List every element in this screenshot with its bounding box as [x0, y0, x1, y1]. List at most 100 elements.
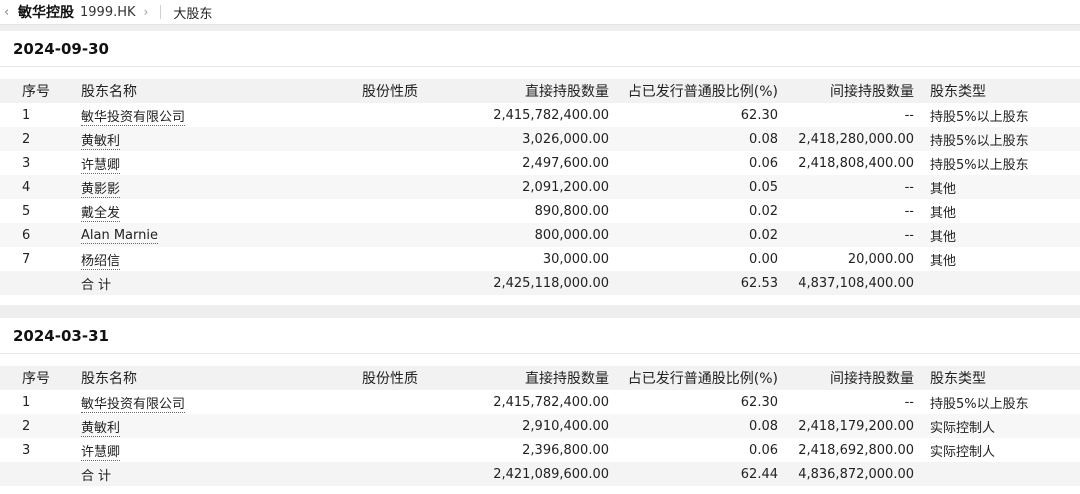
cell-type: 其他	[930, 205, 957, 221]
cell-direct: 890,800.00	[534, 203, 609, 219]
cell-direct: 2,091,200.00	[522, 179, 609, 195]
cell-type: 持股5%以上股东	[930, 109, 1029, 125]
table-row: 1 敏华投资有限公司 2,415,782,400.00 62.30 -- 持股5%以上股东	[0, 103, 1080, 127]
column-header-index[interactable]: 序号	[0, 79, 81, 103]
cell-total-ratio: 62.53	[740, 275, 778, 291]
chevron-left-icon[interactable]: ‹	[4, 5, 16, 20]
cell-name: 黄敏利	[81, 414, 362, 438]
cell-nature	[362, 390, 482, 414]
cell-indirect: 2,418,280,000.00	[798, 131, 914, 147]
holder-name-link[interactable]: 黄敏利	[81, 133, 121, 150]
cell-name: 杨绍信	[81, 247, 362, 271]
column-header-direct[interactable]: 直接持股数量	[482, 79, 609, 103]
breadcrumb-bar: ‹ 敏华控股 1999.HK › 大股东	[0, 0, 1080, 25]
cell-ratio: 0.08	[749, 418, 778, 434]
cell-nature	[362, 223, 482, 247]
cell-direct: 2,910,400.00	[522, 418, 609, 434]
cell-indirect: 2,418,808,400.00	[798, 155, 914, 171]
cell-direct: 3,026,000.00	[522, 131, 609, 147]
table-row: 2 黄敏利 3,026,000.00 0.08 2,418,280,000.00 持股5%…	[0, 127, 1080, 151]
cell-ratio: 0.08	[749, 131, 778, 147]
holder-name-link[interactable]: 戴全发	[81, 205, 121, 222]
cell-total-ratio: 62.44	[740, 466, 778, 482]
cell-indirect: --	[904, 227, 914, 243]
cell-index: 4	[22, 179, 31, 195]
table-row: 6 Alan Marnie 800,000.00 0.02 -- 其他	[0, 223, 1080, 247]
cell-indirect: --	[904, 107, 914, 123]
cell-ratio: 0.02	[749, 203, 778, 219]
total-label: 合计	[81, 468, 116, 484]
header-row: 序号 股东名称 股份性质 直接持股数量 占已发行普通股比例(%) 间接持股数量 股东类型	[0, 366, 1080, 390]
cell-type: 实际控制人	[930, 444, 996, 460]
holder-name-link[interactable]: 黄敏利	[81, 420, 121, 437]
cell-name: Alan Marnie	[81, 223, 362, 247]
holder-name-link[interactable]: 敏华投资有限公司	[81, 109, 186, 126]
holder-name-link[interactable]: Alan Marnie	[81, 227, 158, 244]
cell-ratio: 0.02	[749, 227, 778, 243]
column-header-indirect[interactable]: 间接持股数量	[778, 366, 914, 390]
table-header: 序号 股东名称 股份性质 直接持股数量 占已发行普通股比例(%) 间接持股数量 股东类型	[0, 366, 1080, 390]
cell-nature	[362, 271, 482, 295]
chevron-right-icon[interactable]: ›	[144, 5, 149, 19]
cell-name: 许慧卿	[81, 151, 362, 175]
cell-type	[914, 271, 1080, 295]
cell-index: 3	[22, 442, 31, 458]
cell-ratio: 62.30	[740, 394, 778, 410]
cell-nature	[362, 151, 482, 175]
table-row: 4 黄影影 2,091,200.00 0.05 -- 其他	[0, 175, 1080, 199]
holders-section: 2024-09-30 序号 股东名称 股份性质 直接持股数量 占已发行普通股比例(%) 间接…	[0, 31, 1080, 305]
cell-ratio: 0.06	[749, 155, 778, 171]
cell-index: 1	[22, 107, 31, 123]
cell-nature	[362, 199, 482, 223]
column-header-direct[interactable]: 直接持股数量	[482, 366, 609, 390]
holder-name-link[interactable]: 黄影影	[81, 181, 121, 198]
column-header-ratio[interactable]: 占已发行普通股比例(%)	[609, 366, 778, 390]
cell-index: 5	[22, 203, 31, 219]
column-header-nature[interactable]: 股份性质	[362, 79, 482, 103]
table-row: 7 杨绍信 30,000.00 0.00 20,000.00 其他	[0, 247, 1080, 271]
holders-section: 2024-03-31 序号 股东名称 股份性质 直接持股数量 占已发行普通股比例(%) 间接…	[0, 318, 1080, 494]
cell-total-indirect: 4,837,108,400.00	[798, 275, 914, 291]
table-row: 1 敏华投资有限公司 2,415,782,400.00 62.30 -- 持股5%以上股东	[0, 390, 1080, 414]
cell-type: 其他	[930, 229, 957, 245]
cell-total-direct: 2,425,118,000.00	[493, 275, 609, 291]
company-name[interactable]: 敏华控股	[18, 2, 74, 22]
column-header-nature[interactable]: 股份性质	[362, 366, 482, 390]
cell-index: 2	[22, 131, 31, 147]
column-header-indirect[interactable]: 间接持股数量	[778, 79, 914, 103]
cell-index	[0, 271, 81, 295]
holder-name-link[interactable]: 杨绍信	[81, 253, 121, 270]
cell-indirect: --	[904, 394, 914, 410]
holder-name-link[interactable]: 敏华投资有限公司	[81, 396, 186, 413]
holders-table: 序号 股东名称 股份性质 直接持股数量 占已发行普通股比例(%) 间接持股数量 股东类型 1 敏…	[0, 366, 1080, 486]
column-header-index[interactable]: 序号	[0, 366, 81, 390]
cell-name: 黄影影	[81, 175, 362, 199]
page-title: 大股东	[173, 6, 213, 22]
holder-name-link[interactable]: 许慧卿	[81, 157, 121, 174]
table-header: 序号 股东名称 股份性质 直接持股数量 占已发行普通股比例(%) 间接持股数量 股东类型	[0, 79, 1080, 103]
cell-direct: 30,000.00	[542, 251, 609, 267]
cell-type: 持股5%以上股东	[930, 157, 1029, 173]
cell-indirect: 2,418,692,800.00	[798, 442, 914, 458]
cell-index: 7	[22, 251, 31, 267]
ticker-symbol: 1999.HK	[80, 4, 136, 20]
column-header-ratio[interactable]: 占已发行普通股比例(%)	[609, 79, 778, 103]
cell-nature	[362, 462, 482, 486]
header-row: 序号 股东名称 股份性质 直接持股数量 占已发行普通股比例(%) 间接持股数量 股东类型	[0, 79, 1080, 103]
table-row: 3 许慧卿 2,497,600.00 0.06 2,418,808,400.00 持股5%…	[0, 151, 1080, 175]
column-header-type[interactable]: 股东类型	[914, 79, 1080, 103]
holder-name-link[interactable]: 许慧卿	[81, 444, 121, 461]
column-header-name[interactable]: 股东名称	[81, 79, 362, 103]
table-body: 1 敏华投资有限公司 2,415,782,400.00 62.30 -- 持股5%以上股东…	[0, 390, 1080, 486]
column-header-type[interactable]: 股东类型	[914, 366, 1080, 390]
column-header-name[interactable]: 股东名称	[81, 366, 362, 390]
cell-type	[914, 462, 1080, 486]
cell-type: 持股5%以上股东	[930, 133, 1029, 149]
holders-table: 序号 股东名称 股份性质 直接持股数量 占已发行普通股比例(%) 间接持股数量 股东类型 1 敏…	[0, 79, 1080, 295]
table-row: 2 黄敏利 2,910,400.00 0.08 2,418,179,200.00 实际控制…	[0, 414, 1080, 438]
cell-ratio: 0.06	[749, 442, 778, 458]
table-body: 1 敏华投资有限公司 2,415,782,400.00 62.30 -- 持股5%以上股东…	[0, 103, 1080, 295]
section-date: 2024-03-31	[0, 318, 1080, 354]
